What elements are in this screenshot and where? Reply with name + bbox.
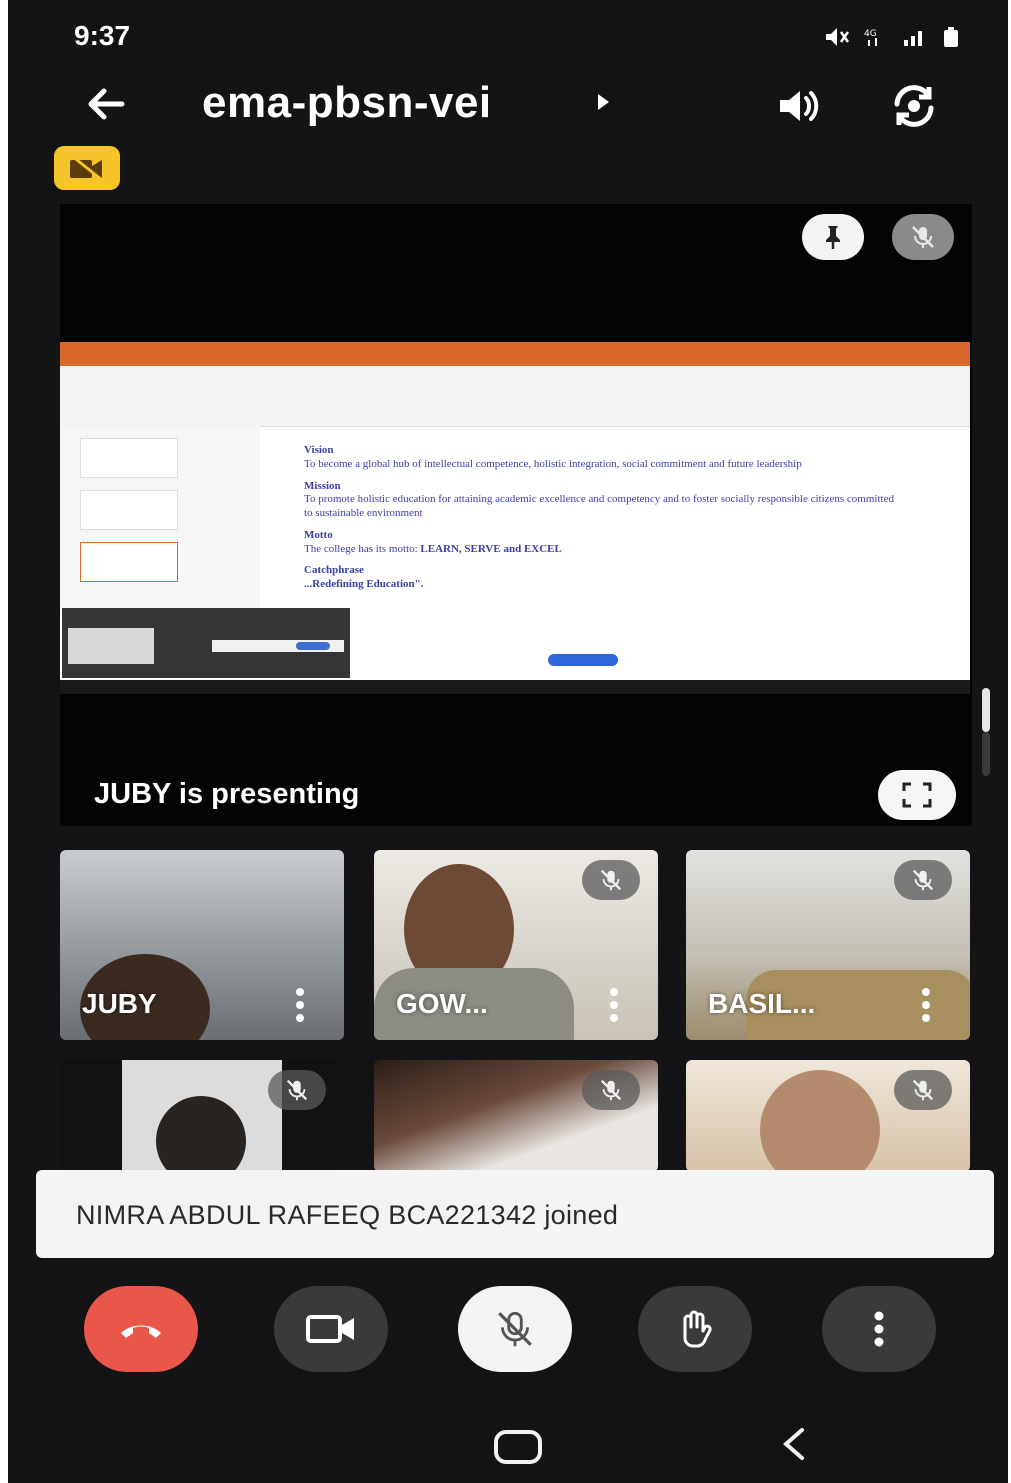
participant-tile[interactable]: [374, 1060, 658, 1172]
mic-off-icon: [498, 1311, 532, 1347]
more-vert-icon: [874, 1311, 884, 1347]
data-signal-icon: 4G: [864, 26, 888, 53]
meeting-code-title[interactable]: ema-pbsn-vei: [202, 78, 492, 128]
slide-heading: Mission: [304, 479, 341, 492]
participant-tile[interactable]: GOW...: [374, 850, 658, 1040]
phone-screen: 9:37 4G ema-pbsn-vei Vision To become a …: [8, 0, 1008, 1483]
slide-thumbnail: [80, 438, 178, 478]
windows-taskbar: [60, 680, 970, 694]
arrow-left-icon[interactable]: [80, 78, 132, 130]
presentation-tile[interactable]: Vision To become a global hub of intelle…: [60, 204, 990, 826]
raise-hand-icon: [683, 1310, 712, 1348]
participant-tile[interactable]: JUBY: [60, 850, 344, 1040]
slide-thumbnail: [80, 490, 178, 530]
join-notification-toast: NIMRA ABDUL RAFEEQ BCA221342 joined: [36, 1170, 994, 1258]
pin-button[interactable]: [802, 214, 864, 260]
sharing-popup-preview: [62, 608, 350, 678]
presenting-label: JUBY is presenting: [94, 778, 360, 810]
scrollbar-track[interactable]: [982, 732, 990, 776]
ppt-toolbar: [60, 366, 970, 427]
participant-tile[interactable]: BASIL...: [686, 850, 970, 1040]
camera-button[interactable]: [274, 1286, 388, 1372]
switch-camera-icon[interactable]: [888, 80, 940, 132]
shared-screen-content: Vision To become a global hub of intelle…: [60, 342, 970, 694]
camera-off-badge[interactable]: [54, 146, 120, 190]
end-call-button[interactable]: [84, 1286, 198, 1372]
more-options-button[interactable]: [822, 1286, 936, 1372]
status-time: 9:37: [74, 20, 131, 51]
slide-heading: Vision: [304, 444, 334, 456]
slide-paragraph: The college has its motto: LEARN, SERVE …: [304, 543, 904, 557]
speaker-icon[interactable]: [774, 82, 822, 130]
slide-thumbnail: [80, 542, 178, 582]
motto-prefix: The college has its motto:: [304, 542, 418, 555]
battery-icon: [942, 26, 960, 53]
ppt-title-ribbon: [60, 342, 970, 366]
stop-sharing-button: [548, 654, 618, 666]
mic-off-icon: [582, 860, 640, 900]
meeting-top-bar: ema-pbsn-vei: [8, 72, 1008, 142]
mic-off-icon: [892, 214, 954, 260]
cell-signal-icon: [902, 26, 928, 53]
scrollbar-thumb[interactable]: [982, 688, 990, 732]
status-icons: 4G: [824, 26, 960, 53]
slide-body: Vision To become a global hub of intelle…: [304, 436, 904, 592]
android-nav-bar: [8, 1400, 1008, 1483]
participant-name: BASIL...: [708, 988, 816, 1019]
participant-tile[interactable]: [60, 1060, 344, 1172]
mic-off-icon: [582, 1070, 640, 1110]
more-vert-icon[interactable]: [610, 988, 618, 1022]
motto-value: LEARN, SERVE and EXCEL: [420, 542, 562, 555]
caret-right-icon[interactable]: [598, 94, 609, 110]
slide-heading: Motto: [304, 528, 333, 541]
mute-notifications-icon: [824, 26, 850, 53]
fullscreen-button[interactable]: [878, 770, 956, 820]
participant-name: JUBY: [82, 988, 157, 1019]
raise-hand-button[interactable]: [638, 1286, 752, 1372]
nav-back-button[interactable]: [778, 1426, 808, 1467]
more-vert-icon[interactable]: [296, 988, 304, 1022]
microphone-button[interactable]: [458, 1286, 572, 1372]
participant-name: GOW...: [396, 988, 488, 1019]
toast-message: NIMRA ABDUL RAFEEQ BCA221342 joined: [76, 1200, 619, 1230]
call-controls: [8, 1286, 1008, 1382]
mic-off-icon: [268, 1070, 326, 1110]
mic-off-icon: [894, 860, 952, 900]
slide-paragraph: ...Redefining Education".: [304, 578, 424, 590]
mic-off-icon: [894, 1070, 952, 1110]
slide-heading: Catchphrase: [304, 564, 364, 577]
participant-tile[interactable]: [686, 1060, 970, 1172]
home-button[interactable]: [494, 1430, 542, 1464]
popup-thumbnail: [68, 628, 154, 664]
slide-thumbnails: [60, 426, 260, 616]
participant-video: [760, 1070, 880, 1172]
slide-paragraph: To become a global hub of intellectual c…: [304, 457, 802, 470]
end-call-icon: [121, 1325, 161, 1338]
camera-icon: [306, 1315, 354, 1343]
slide-paragraph: To promote holistic education for attain…: [304, 493, 894, 519]
svg-text:4G: 4G: [864, 29, 877, 39]
more-vert-icon[interactable]: [922, 988, 930, 1022]
status-bar: 9:37 4G: [8, 0, 1008, 70]
popup-button: [296, 642, 330, 650]
